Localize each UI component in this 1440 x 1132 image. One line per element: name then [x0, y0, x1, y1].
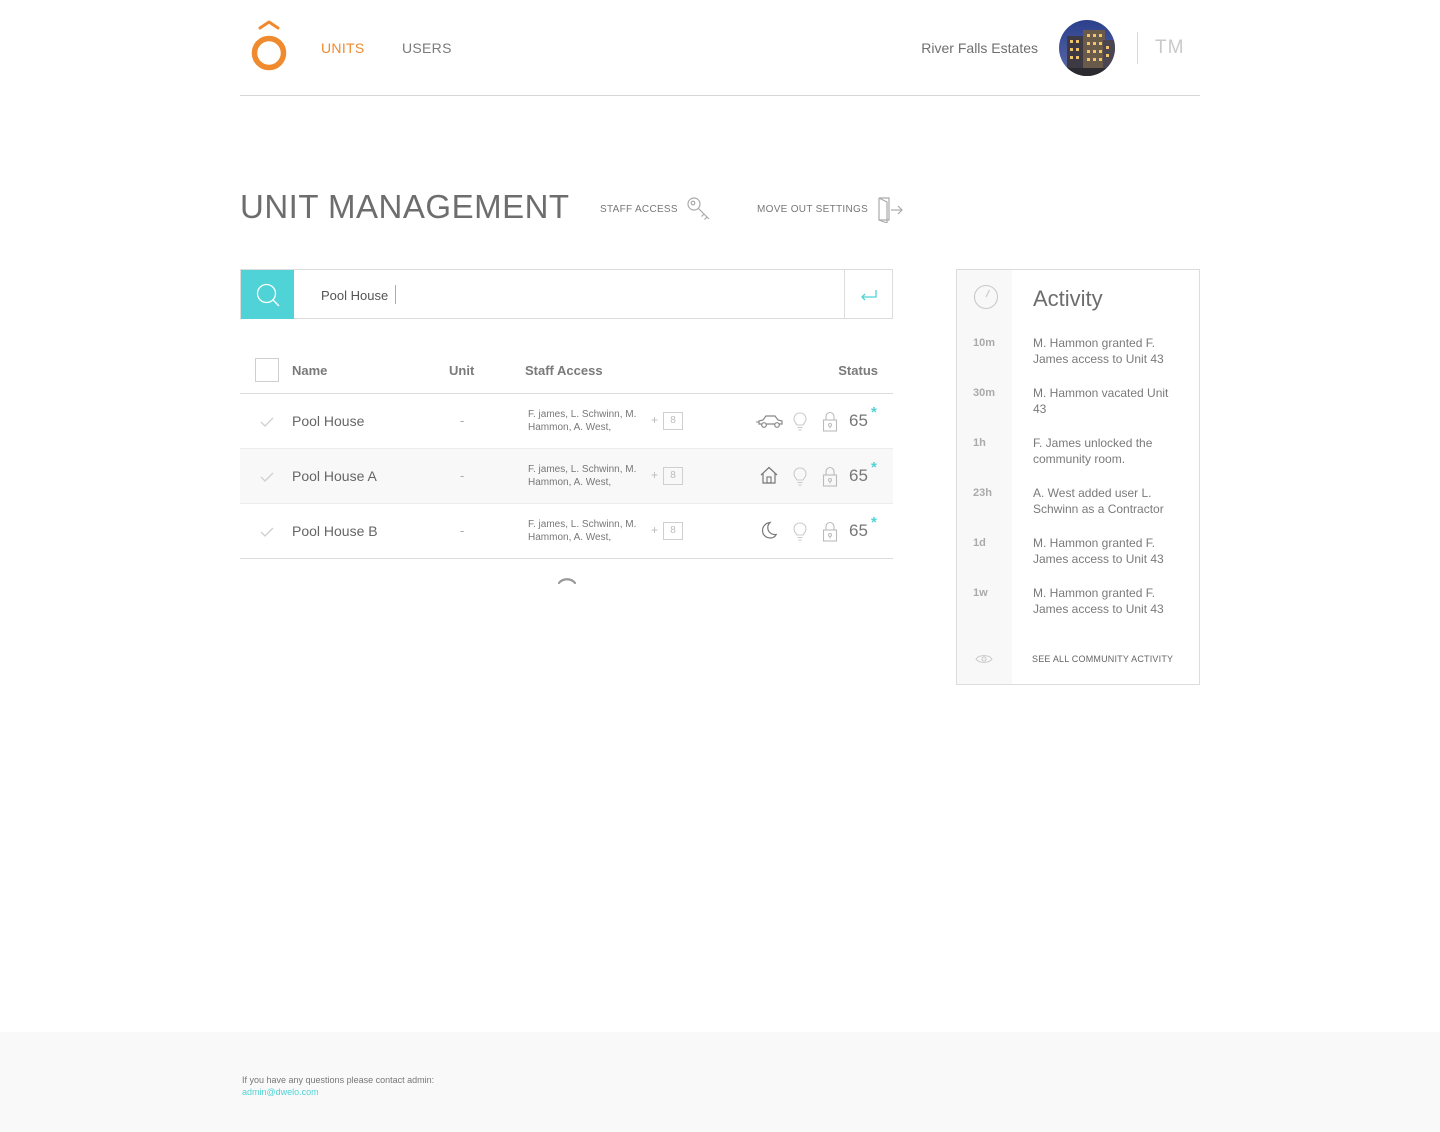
activity-time: 1h [973, 437, 986, 449]
see-all-activity-link[interactable]: SEE ALL COMMUNITY ACTIVITY [1032, 654, 1173, 664]
row-check-icon[interactable] [260, 471, 274, 483]
row-name: Pool House [292, 413, 365, 429]
key-icon [687, 197, 710, 220]
column-header-staff-access[interactable]: Staff Access [525, 363, 603, 378]
page-title: UNIT MANAGEMENT [240, 188, 570, 225]
move-out-settings-button[interactable]: MOVE OUT SETTINGS [757, 194, 904, 224]
moon-icon [761, 521, 777, 539]
text-caret [395, 285, 396, 304]
search-icon [256, 283, 279, 306]
activity-time: 30m [973, 387, 996, 399]
column-header-unit[interactable]: Unit [449, 363, 474, 378]
staff-access-button[interactable]: STAFF ACCESS [600, 194, 712, 224]
lightbulb-icon[interactable] [792, 522, 808, 542]
activity-item-text[interactable]: A. West added user L. Schwinn as a Contr… [1033, 485, 1183, 517]
row-staff-access: F. james, L. Schwinn, M. Hammon, A. West… [528, 464, 637, 488]
admin-email-link[interactable]: admin@dwelo.com [242, 1087, 319, 1097]
move-out-settings-label: MOVE OUT SETTINGS [757, 203, 869, 215]
property-name[interactable]: River Falls Estates [921, 40, 1038, 56]
lightbulb-icon[interactable] [792, 412, 808, 432]
row-unit: - [460, 523, 465, 538]
nav-units[interactable]: UNITS [321, 40, 365, 56]
temperature-value[interactable]: 65 [849, 411, 868, 431]
row-name: Pool House A [292, 468, 377, 484]
row-check-icon[interactable] [260, 526, 274, 538]
user-initials[interactable]: TM [1155, 37, 1184, 59]
nav-users[interactable]: USERS [402, 40, 452, 56]
activity-title: Activity [1033, 286, 1103, 311]
temperature-value[interactable]: 65 [849, 521, 868, 541]
staff-access-label: STAFF ACCESS [600, 203, 678, 215]
staff-extra-count[interactable]: 8 [663, 467, 683, 485]
clock-icon [973, 284, 999, 310]
footer: If you have any questions please contact… [0, 1032, 1440, 1132]
activity-item-text[interactable]: M. Hammon granted F. James access to Uni… [1033, 335, 1183, 367]
dwelo-logo-icon[interactable] [250, 20, 290, 72]
activity-item-text[interactable]: F. James unlocked the community room. [1033, 435, 1183, 467]
row-staff-access: F. james, L. Schwinn, M. Hammon, A. West… [528, 519, 637, 543]
select-all-checkbox[interactable] [255, 358, 279, 382]
column-header-name[interactable]: Name [292, 363, 327, 378]
table-row[interactable]: Pool House - F. james, L. Schwinn, M. Ha… [240, 394, 893, 449]
activity-item-text[interactable]: M. Hammon vacated Unit 43 [1033, 385, 1183, 417]
table-header: Name Unit Staff Access Status [240, 350, 893, 394]
search-bar [240, 269, 893, 319]
temperature-marker: * [871, 459, 877, 476]
top-header: UNITS USERS River Falls Estates TM [240, 0, 1200, 96]
header-divider [1137, 32, 1138, 64]
temperature-marker: * [871, 404, 877, 421]
lock-icon[interactable] [822, 411, 838, 433]
row-staff-access: F. james, L. Schwinn, M. Hammon, A. West… [528, 409, 637, 433]
activity-item-text[interactable]: M. Hammon granted F. James access to Uni… [1033, 585, 1183, 617]
table-row[interactable]: Pool House B - F. james, L. Schwinn, M. … [240, 504, 893, 559]
temperature-value[interactable]: 65 [849, 466, 868, 486]
submit-search-button[interactable] [844, 270, 892, 319]
activity-time: 1w [973, 587, 988, 599]
activity-item-text[interactable]: M. Hammon granted F. James access to Uni… [1033, 535, 1183, 567]
row-name: Pool House B [292, 523, 378, 539]
activity-time: 1d [973, 537, 986, 549]
staff-extra-count[interactable]: 8 [663, 522, 683, 540]
car-icon [756, 415, 783, 428]
column-header-status[interactable]: Status [838, 363, 878, 378]
property-avatar[interactable] [1059, 20, 1115, 76]
chevron-up-icon[interactable] [558, 575, 576, 585]
enter-return-icon [860, 289, 877, 300]
home-icon [760, 466, 778, 484]
activity-panel: Activity 10m M. Hammon granted F. James … [956, 269, 1200, 685]
add-staff-plus[interactable]: + [651, 468, 658, 482]
table-row[interactable]: Pool House A - F. james, L. Schwinn, M. … [240, 449, 893, 504]
add-staff-plus[interactable]: + [651, 413, 658, 427]
building-photo-icon [1059, 20, 1115, 76]
search-input[interactable] [321, 285, 821, 305]
staff-extra-count[interactable]: 8 [663, 412, 683, 430]
door-exit-icon [878, 197, 903, 223]
row-check-icon[interactable] [260, 416, 274, 428]
search-button[interactable] [241, 270, 294, 319]
temperature-marker: * [871, 514, 877, 531]
activity-time: 10m [973, 337, 996, 349]
eye-icon [975, 655, 993, 663]
footer-contact-text: If you have any questions please contact… [242, 1075, 435, 1085]
lightbulb-icon[interactable] [792, 467, 808, 487]
row-unit: - [460, 413, 465, 428]
add-staff-plus[interactable]: + [651, 523, 658, 537]
lock-icon[interactable] [822, 521, 838, 543]
activity-time: 23h [973, 487, 992, 499]
lock-icon[interactable] [822, 466, 838, 488]
activity-time-rail [957, 270, 1012, 684]
row-unit: - [460, 468, 465, 483]
